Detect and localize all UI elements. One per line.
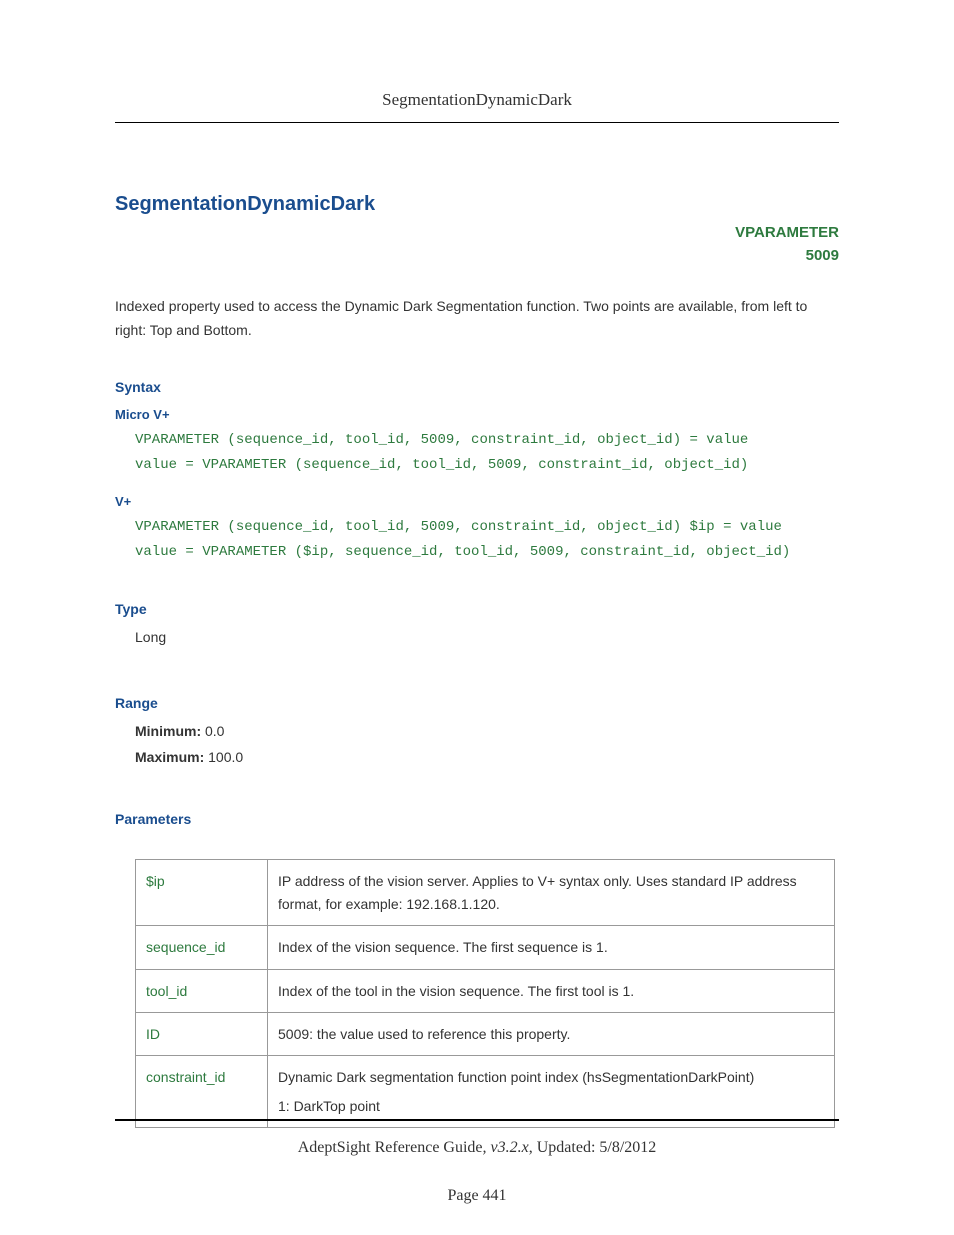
page-title: SegmentationDynamicDark	[115, 193, 839, 216]
range-maximum: Maximum: 100.0	[135, 749, 839, 765]
type-value: Long	[115, 629, 839, 645]
header-title: SegmentationDynamicDark	[115, 90, 839, 123]
description-text: Indexed property used to access the Dyna…	[115, 295, 839, 343]
param-name: constraint_id	[136, 1056, 268, 1128]
param-name: $ip	[136, 860, 268, 926]
micro-vplus-heading: Micro V+	[115, 407, 839, 422]
vparameter-id: 5009	[806, 247, 839, 264]
param-desc: Index of the vision sequence. The first …	[268, 926, 835, 969]
syntax-heading: Syntax	[115, 379, 839, 395]
max-value: 100.0	[204, 749, 243, 765]
param-desc: IP address of the vision server. Applies…	[268, 860, 835, 926]
param-name: tool_id	[136, 969, 268, 1012]
table-row: ID5009: the value used to reference this…	[136, 1012, 835, 1055]
min-label: Minimum:	[135, 723, 201, 739]
vplus-heading: V+	[115, 494, 839, 509]
page-number: Page 441	[115, 1187, 839, 1205]
page-footer: AdeptSight Reference Guide, v3.2.x, Upda…	[115, 1119, 839, 1205]
footer-guide: AdeptSight Reference Guide	[298, 1139, 483, 1156]
table-row: constraint_idDynamic Dark segmentation f…	[136, 1056, 835, 1128]
range-minimum: Minimum: 0.0	[135, 723, 839, 739]
param-desc: 5009: the value used to reference this p…	[268, 1012, 835, 1055]
vplus-code: VPARAMETER (sequence_id, tool_id, 5009, …	[115, 515, 839, 565]
table-row: tool_idIndex of the tool in the vision s…	[136, 969, 835, 1012]
type-heading: Type	[115, 601, 839, 617]
param-desc: Dynamic Dark segmentation function point…	[268, 1056, 835, 1128]
param-name: ID	[136, 1012, 268, 1055]
min-value: 0.0	[201, 723, 224, 739]
table-row: sequence_idIndex of the vision sequence.…	[136, 926, 835, 969]
vparameter-label: VPARAMETER 5009	[115, 222, 839, 267]
param-name: sequence_id	[136, 926, 268, 969]
max-label: Maximum:	[135, 749, 204, 765]
footer-updated: , Updated: 5/8/2012	[529, 1139, 657, 1156]
table-row: $ipIP address of the vision server. Appl…	[136, 860, 835, 926]
micro-vplus-code: VPARAMETER (sequence_id, tool_id, 5009, …	[115, 428, 839, 478]
footer-version: , v3.2.x	[483, 1139, 529, 1156]
param-desc: Index of the tool in the vision sequence…	[268, 969, 835, 1012]
parameters-table: $ipIP address of the vision server. Appl…	[135, 859, 835, 1128]
parameters-heading: Parameters	[115, 811, 839, 827]
vparameter-text: VPARAMETER	[735, 224, 839, 241]
range-heading: Range	[115, 695, 839, 711]
